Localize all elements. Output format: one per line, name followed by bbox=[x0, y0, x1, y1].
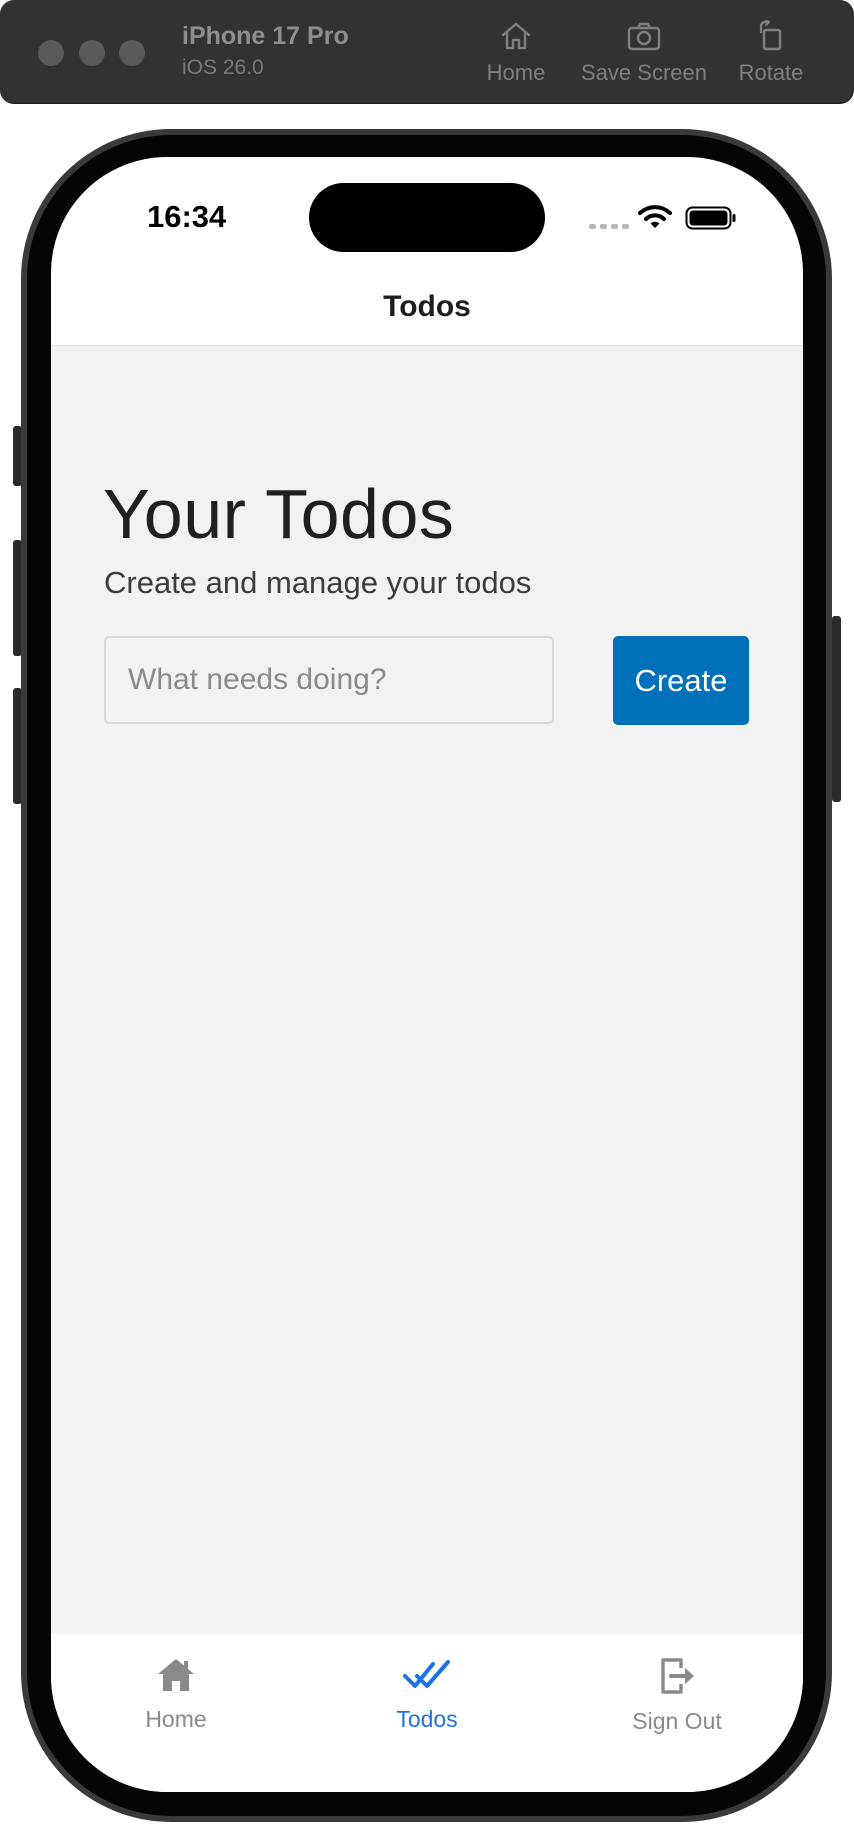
double-check-icon bbox=[403, 1660, 450, 1688]
todo-input[interactable] bbox=[104, 636, 554, 724]
rotate-label: Rotate bbox=[738, 60, 804, 85]
minimize-window-button[interactable] bbox=[79, 40, 105, 66]
simulator-toolbar: iPhone 17 Pro iOS 26.0 Home Save Screen … bbox=[0, 0, 854, 104]
battery-icon bbox=[685, 206, 736, 230]
status-time: 16:34 bbox=[147, 199, 227, 234]
simulator-home-label: Home bbox=[486, 60, 546, 85]
navigation-bar: Todos bbox=[51, 269, 803, 346]
zoom-window-button[interactable] bbox=[119, 40, 145, 66]
power-button bbox=[832, 616, 841, 802]
tab-sign-out[interactable]: Sign Out bbox=[587, 1656, 767, 1735]
content-area: Your Todos Create and manage your todos … bbox=[51, 346, 803, 1634]
save-screen-button[interactable]: Save Screen bbox=[576, 20, 712, 86]
os-version: iOS 26.0 bbox=[182, 56, 264, 79]
cellular-signal-icon bbox=[589, 224, 629, 229]
simulator-home-button[interactable]: Home bbox=[480, 20, 552, 86]
house-icon bbox=[158, 1659, 194, 1691]
close-window-button[interactable] bbox=[38, 40, 64, 66]
page-title: Your Todos bbox=[103, 475, 455, 553]
tab-todos[interactable]: Todos bbox=[337, 1656, 517, 1733]
create-button[interactable]: Create bbox=[613, 636, 749, 725]
rotate-icon bbox=[759, 20, 782, 51]
device-name: iPhone 17 Pro bbox=[182, 22, 349, 50]
sign-out-icon bbox=[661, 1658, 694, 1694]
phone-screen: 16:34 Todos Your Todos Create and manage… bbox=[51, 157, 803, 1792]
camera-icon bbox=[627, 22, 661, 51]
save-screen-label: Save Screen bbox=[581, 60, 707, 85]
page-subtitle: Create and manage your todos bbox=[104, 565, 532, 600]
tab-todos-label: Todos bbox=[396, 1706, 458, 1732]
tab-sign-out-label: Sign Out bbox=[632, 1708, 722, 1734]
rotate-button[interactable]: Rotate bbox=[732, 20, 810, 86]
tab-home-label: Home bbox=[145, 1706, 207, 1732]
wifi-icon bbox=[638, 205, 672, 228]
nav-title: Todos bbox=[383, 290, 471, 323]
home-outline-icon bbox=[501, 22, 531, 50]
tab-home[interactable]: Home bbox=[86, 1656, 266, 1733]
dynamic-island bbox=[309, 183, 545, 252]
tab-bar: Home Todos Sign Out bbox=[51, 1634, 803, 1792]
